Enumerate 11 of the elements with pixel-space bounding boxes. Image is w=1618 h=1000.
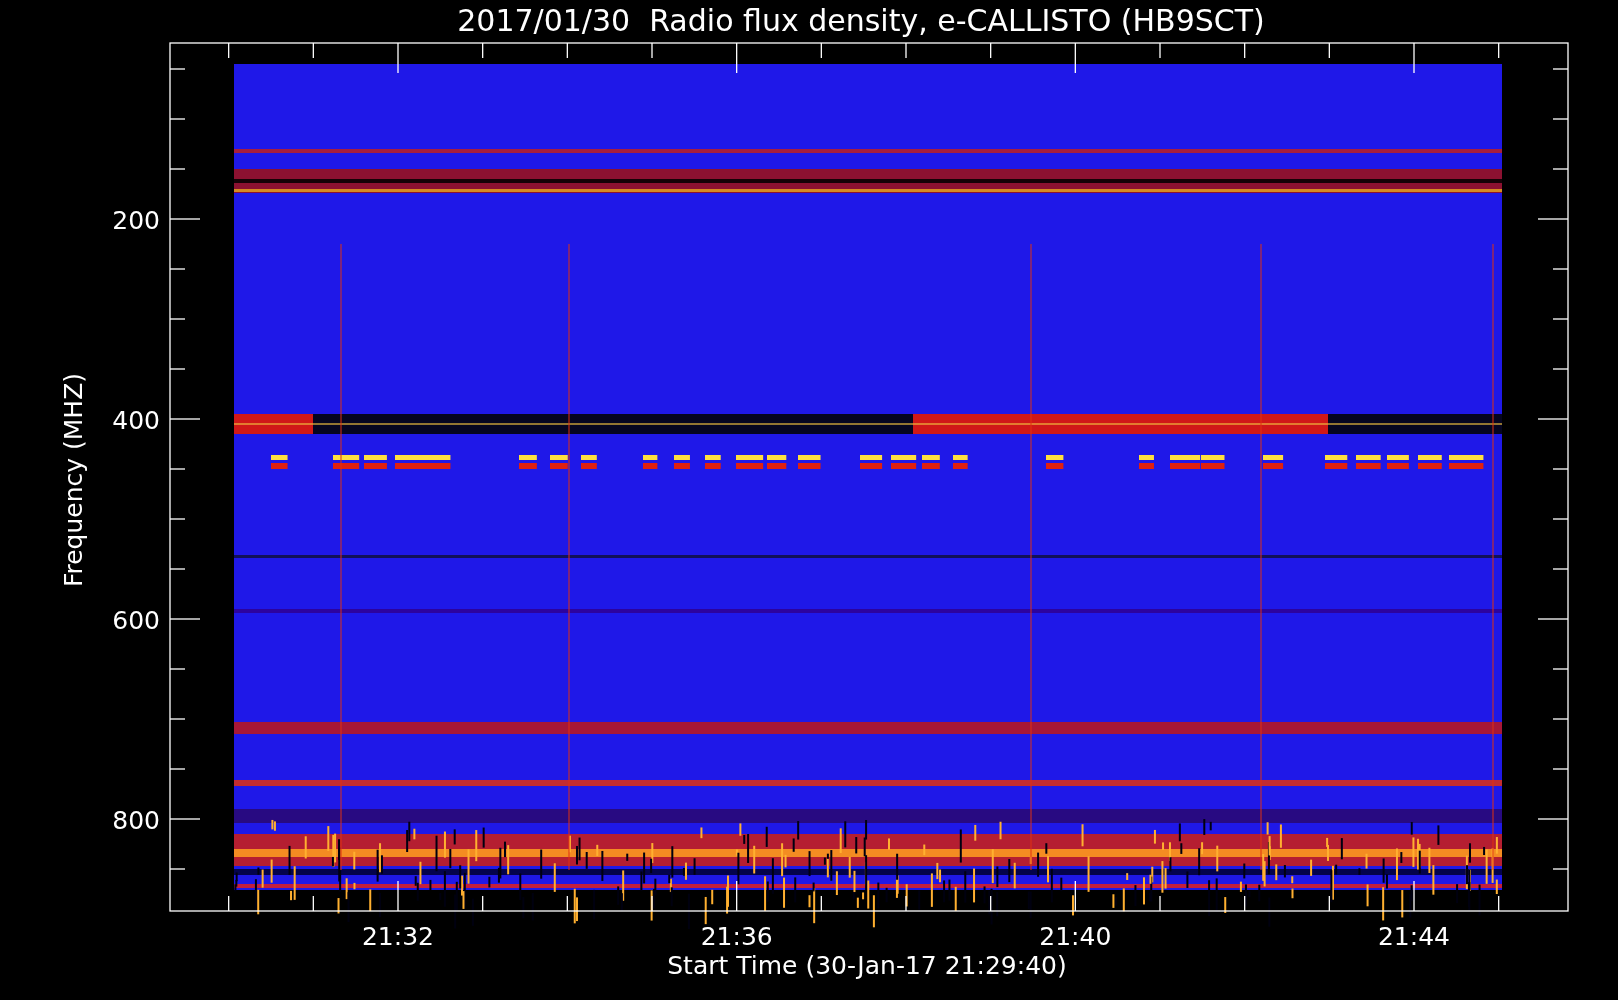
x-tick-label: 21:36 [700,922,773,951]
x-tick-label: 21:40 [1039,922,1112,951]
y-tick-label: 400 [112,406,160,435]
chart-title: 2017/01/30 Radio flux density, e-CALLISTO (HB9SCT) [457,3,1265,38]
x-tick-label: 21:32 [362,922,434,951]
x-tick-label: 21:44 [1378,922,1450,951]
y-tick-label: 600 [112,606,160,635]
y-tick-label: 800 [112,806,160,835]
y-axis-title: Frequency (MHZ) [59,372,88,588]
y-tick-label: 200 [112,206,160,235]
x-axis-title: Start Time (30-Jan-17 21:29:40) [667,951,1067,980]
